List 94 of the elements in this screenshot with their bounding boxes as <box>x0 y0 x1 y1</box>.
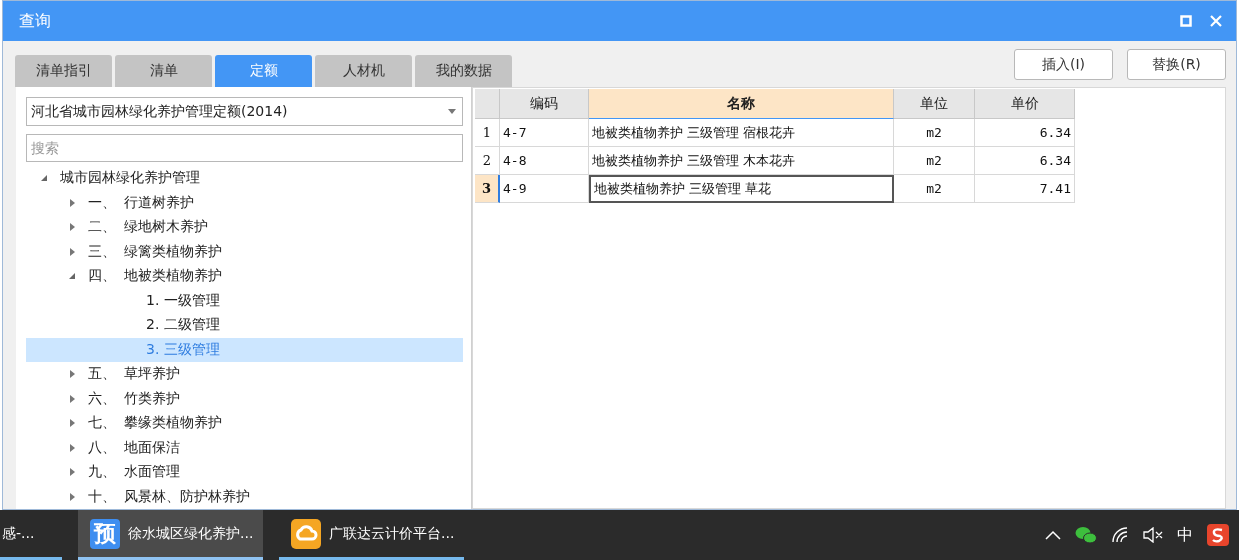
expand-arrow-icon[interactable] <box>68 198 76 207</box>
table-cell: m2 <box>894 119 975 147</box>
item-label: 竹类养护 <box>124 389 180 408</box>
input-app-icon[interactable] <box>1207 524 1229 546</box>
tree-item[interactable]: 十、 风景林、防护林养护 <box>26 484 463 509</box>
taskbar-label: 广联达云计价平台... <box>329 524 455 543</box>
item-label: 水面管理 <box>124 463 180 482</box>
expand-arrow-icon[interactable] <box>68 247 76 256</box>
expand-arrow-icon[interactable] <box>68 394 76 403</box>
tab[interactable]: 清单 <box>115 55 212 87</box>
table-cell: 地被类植物养护 三级管理 草花 <box>589 175 894 203</box>
row-number[interactable]: 3 <box>475 175 500 203</box>
tree-item[interactable]: 三、 绿篱类植物养护 <box>26 239 463 264</box>
volume-muted-icon[interactable] <box>1143 527 1163 543</box>
item-label: 绿篱类植物养护 <box>124 242 222 261</box>
item-label: 城市园林绿化养护管理 <box>60 169 200 188</box>
taskbar-label: 徐水城区绿化养护... <box>128 524 254 543</box>
table-cell: 6.34 <box>975 119 1075 147</box>
table-cell: m2 <box>894 175 975 203</box>
close-button[interactable] <box>1208 13 1224 29</box>
item-number: 六、 <box>88 389 117 408</box>
item-label: 1. 一级管理 <box>146 291 220 310</box>
collapse-arrow-icon[interactable] <box>40 174 48 183</box>
expand-arrow-icon[interactable] <box>68 492 76 501</box>
expand-arrow-icon[interactable] <box>68 370 76 379</box>
item-number: 一、 <box>88 193 117 212</box>
table-cell: 7.41 <box>975 175 1075 203</box>
item-label: 3. 三级管理 <box>146 340 220 359</box>
table-cell: 6.34 <box>975 147 1075 175</box>
column-header[interactable]: 单价 <box>975 89 1075 119</box>
item-number: 九、 <box>88 463 117 482</box>
item-number: 四、 <box>88 267 117 286</box>
item-label: 风景林、防护林养护 <box>124 487 250 506</box>
item-number: 十、 <box>88 487 117 506</box>
item-label: 2. 二级管理 <box>146 316 220 335</box>
dropdown-caret-icon <box>448 109 456 115</box>
tab[interactable]: 清单指引 <box>15 55 112 87</box>
tree-item[interactable]: 四、 地被类植物养护 <box>26 264 463 289</box>
action-button[interactable]: 插入(I) <box>1014 49 1113 80</box>
tree-item[interactable]: 1. 一级管理 <box>26 288 463 313</box>
item-label: 攀缘类植物养护 <box>124 414 222 433</box>
row-number[interactable]: 1 <box>475 119 500 147</box>
chevron-up-icon[interactable] <box>1045 530 1061 540</box>
tree-item[interactable]: 二、 绿地树木养护 <box>26 215 463 240</box>
expand-arrow-icon[interactable] <box>68 443 76 452</box>
chat-bubbles-icon[interactable] <box>1075 526 1097 544</box>
input-method-indicator[interactable]: 中 <box>1177 524 1193 546</box>
table-cell: 4-8 <box>500 147 589 175</box>
expand-arrow-icon[interactable] <box>68 223 76 232</box>
item-label: 绿地树木养护 <box>124 218 208 237</box>
table-cell: 地被类植物养护 三级管理 木本花卉 <box>589 147 894 175</box>
row-number[interactable]: 2 <box>475 147 500 175</box>
item-label: 草坪养护 <box>124 365 180 384</box>
taskbar-item[interactable]: 广联达云计价平台... <box>279 510 464 560</box>
tree-item[interactable]: 一、 行道树养护 <box>26 190 463 215</box>
tree-item[interactable]: 2. 二级管理 <box>26 313 463 338</box>
tab[interactable]: 人材机 <box>315 55 412 87</box>
tree-item[interactable]: 七、 攀缘类植物养护 <box>26 411 463 436</box>
table-cell: 4-7 <box>500 119 589 147</box>
header-corner <box>475 89 500 119</box>
wifi-icon[interactable] <box>1111 526 1129 544</box>
item-number: 五、 <box>88 365 117 384</box>
tree-item[interactable]: 九、 水面管理 <box>26 460 463 485</box>
tree-item[interactable]: 六、 竹类养护 <box>26 386 463 411</box>
library-dropdown[interactable]: 河北省城市园林绿化养护管理定额(2014) <box>26 97 463 127</box>
item-label: 行道树养护 <box>124 193 194 212</box>
table-cell: 4-9 <box>500 175 589 203</box>
item-label: 地被类植物养护 <box>124 267 222 286</box>
maximize-button[interactable] <box>1178 13 1194 29</box>
cloud-app-icon <box>291 518 321 549</box>
item-number: 二、 <box>88 218 117 237</box>
taskbar-item[interactable]: 预 徐水城区绿化养护... <box>78 510 263 560</box>
tree-item[interactable]: 城市园林绿化养护管理 <box>26 166 463 191</box>
column-header[interactable]: 编码 <box>500 89 589 119</box>
item-label: 地面保洁 <box>124 438 180 457</box>
taskbar-item[interactable]: 感-... <box>0 510 62 560</box>
window-title: 查询 <box>19 10 52 32</box>
search-field[interactable]: 搜索 <box>26 134 463 162</box>
item-number: 三、 <box>88 242 117 261</box>
column-header[interactable]: 单位 <box>894 89 975 119</box>
tab[interactable]: 我的数据 <box>415 55 512 87</box>
table-cell: 地被类植物养护 三级管理 宿根花卉 <box>589 119 894 147</box>
taskbar-label: 感-... <box>2 524 35 543</box>
expand-arrow-icon[interactable] <box>68 419 76 428</box>
item-number: 八、 <box>88 438 117 457</box>
table-cell: m2 <box>894 147 975 175</box>
tree-item[interactable]: 五、 草坪养护 <box>26 362 463 387</box>
app-icon: 预 <box>90 518 120 549</box>
action-button[interactable]: 替换(R) <box>1127 49 1226 80</box>
expand-arrow-icon[interactable] <box>68 468 76 477</box>
column-header[interactable]: 名称 <box>589 89 894 119</box>
tree-item[interactable]: 八、 地面保洁 <box>26 435 463 460</box>
collapse-arrow-icon[interactable] <box>68 272 76 281</box>
item-number: 七、 <box>88 414 117 433</box>
